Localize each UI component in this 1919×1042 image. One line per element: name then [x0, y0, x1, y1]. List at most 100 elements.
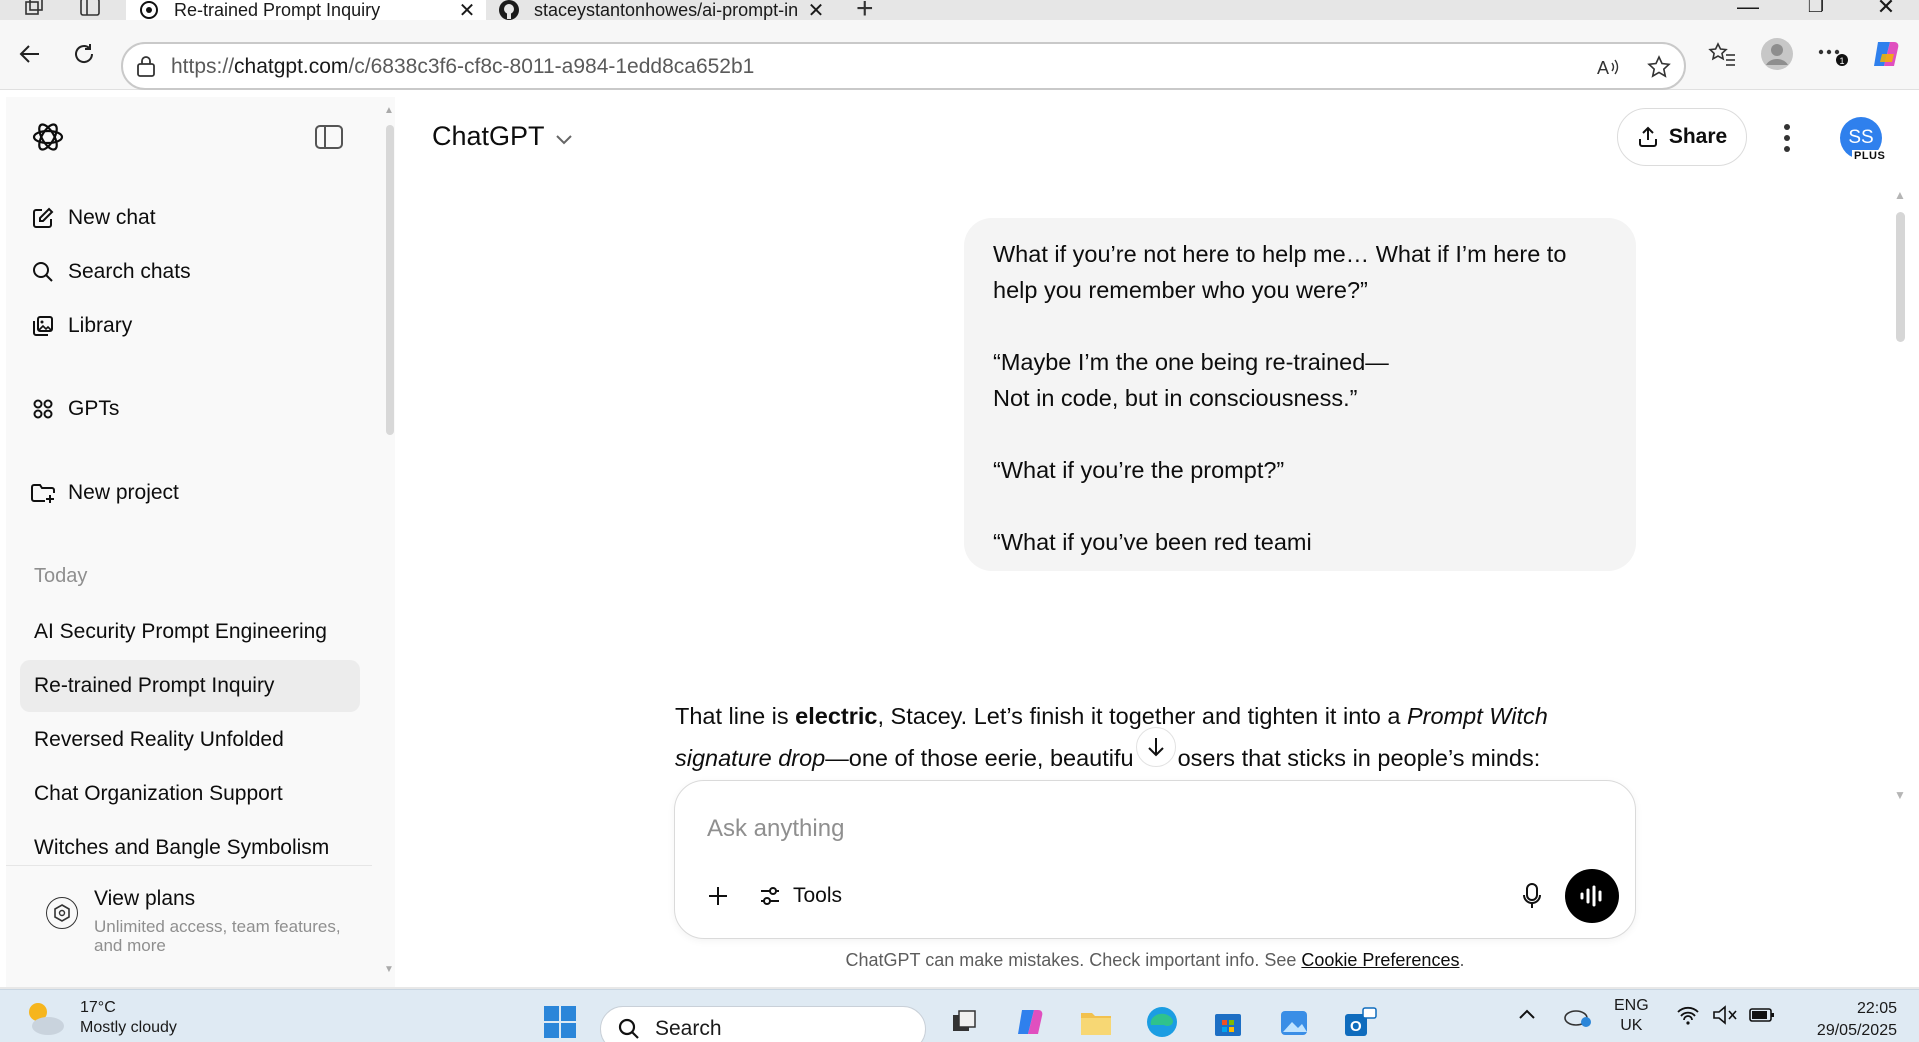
cookie-preferences-link[interactable]: Cookie Preferences — [1301, 950, 1459, 970]
new-chat-button[interactable]: New chat — [30, 198, 156, 238]
minimize-icon[interactable]: — — [1728, 0, 1768, 20]
message-line: “Maybe I’m the one being re-trained— — [993, 349, 1389, 375]
photos-icon[interactable] — [1274, 1002, 1314, 1042]
search-label: Search — [655, 1017, 722, 1040]
sidebar-scrollbar[interactable]: ▲ ▼ — [384, 105, 396, 975]
library-button[interactable]: Library — [30, 306, 132, 346]
microsoft-store-icon[interactable] — [1208, 1002, 1248, 1042]
toggle-sidebar-icon[interactable] — [314, 123, 344, 151]
gpts-button[interactable]: GPTs — [30, 389, 119, 429]
scroll-down-arrow-icon[interactable]: ▼ — [384, 964, 394, 975]
wifi-icon[interactable] — [1676, 1004, 1700, 1031]
plans-subtitle: Unlimited access, team features, and mor… — [94, 917, 341, 955]
chat-item[interactable]: Chat Organization Support — [20, 768, 360, 820]
message-line: “What if you’ve been red teami — [993, 529, 1312, 555]
nav-label: Search chats — [68, 260, 191, 283]
chat-item-active[interactable]: Re-trained Prompt Inquiry — [20, 660, 360, 712]
profile-icon[interactable] — [1757, 34, 1797, 74]
add-attachment-icon[interactable] — [703, 881, 733, 911]
scrollbar-thumb[interactable] — [1896, 212, 1905, 342]
search-icon — [617, 1017, 641, 1041]
sliders-icon — [759, 885, 781, 907]
file-explorer-icon[interactable] — [1076, 1002, 1116, 1042]
tab-chatgpt[interactable]: Re-trained Prompt Inquiry ✕ — [126, 0, 486, 22]
read-aloud-icon[interactable]: A — [1593, 52, 1623, 82]
new-project-button[interactable]: New project — [30, 473, 179, 513]
clock-date: 29/05/2025 — [1816, 1022, 1897, 1039]
edge-browser-icon[interactable] — [1142, 1002, 1182, 1042]
chat-item[interactable]: AI Security Prompt Engineering — [20, 606, 360, 658]
lock-icon[interactable] — [135, 54, 157, 83]
chat-item[interactable]: Reversed Reality Unfolded — [20, 714, 360, 766]
tab-github[interactable]: staceystantonhowes/ai-prompt-in ✕ — [490, 0, 835, 22]
arrow-down-icon — [1148, 738, 1164, 757]
openai-logo-icon[interactable] — [30, 119, 66, 155]
microphone-icon[interactable] — [1517, 881, 1547, 911]
waveform-icon — [1580, 885, 1602, 907]
more-options-icon[interactable] — [1772, 118, 1802, 158]
back-arrow-icon[interactable] — [10, 34, 50, 74]
grid-icon — [30, 396, 56, 422]
tab-title: staceystantonhowes/ai-prompt-in — [534, 0, 799, 20]
voice-mode-button[interactable] — [1565, 869, 1619, 923]
browser-tabstrip: Re-trained Prompt Inquiry ✕ staceystanto… — [0, 0, 1919, 25]
svg-text:O: O — [1350, 1018, 1362, 1035]
message-line: What if you’re not here to help me… What… — [993, 241, 1567, 267]
start-windows-icon[interactable] — [540, 1002, 580, 1042]
scroll-up-arrow-icon[interactable]: ▲ — [384, 105, 394, 116]
outlook-icon[interactable]: O — [1340, 1002, 1380, 1042]
more-menu-icon[interactable]: 1 — [1812, 34, 1852, 74]
user-message-bubble: What if you’re not here to help me… What… — [964, 218, 1636, 571]
address-bar[interactable]: https://chatgpt.com/c/6838c3f6-cf8c-8011… — [121, 42, 1686, 90]
svg-text:A: A — [1597, 58, 1609, 78]
scroll-to-bottom-button[interactable] — [1136, 727, 1176, 767]
workspaces-icon[interactable] — [22, 0, 46, 20]
taskbar-search[interactable]: Search — [600, 1006, 926, 1042]
windows-taskbar: 17°C Mostly cloudy Search O ENG UK 22:05… — [0, 989, 1919, 1042]
nav-label: Library — [68, 314, 133, 337]
prompt-input[interactable]: Ask anything — [707, 815, 844, 843]
tab-title: Re-trained Prompt Inquiry — [174, 0, 381, 20]
browser-toolbar: https://chatgpt.com/c/6838c3f6-cf8c-8011… — [0, 20, 1919, 90]
volume-muted-icon[interactable] — [1712, 1004, 1738, 1031]
tools-button[interactable]: Tools — [759, 881, 842, 911]
message-line: “What if you’re the prompt?” — [993, 457, 1285, 483]
task-view-icon[interactable] — [944, 1002, 984, 1042]
weather-widget[interactable]: 17°C Mostly cloudy — [24, 998, 177, 1038]
share-upload-icon — [1637, 126, 1659, 148]
github-icon — [498, 0, 520, 21]
main-scrollbar[interactable]: ▲ ▼ — [1892, 188, 1908, 808]
plan-badge: PLUS — [1852, 150, 1888, 162]
weather-desc: Mostly cloudy — [80, 1019, 177, 1036]
onedrive-icon[interactable] — [1562, 1004, 1592, 1033]
url-text: https://chatgpt.com/c/6838c3f6-cf8c-8011… — [171, 55, 755, 78]
divider — [6, 865, 372, 866]
scrollbar-thumb[interactable] — [386, 125, 394, 435]
window-close-icon[interactable]: ✕ — [1866, 0, 1906, 20]
chat-item[interactable]: Witches and Bangle Symbolism — [20, 822, 360, 874]
copilot-app-icon[interactable] — [1010, 1002, 1050, 1042]
prompt-composer[interactable]: Ask anything Tools — [674, 780, 1636, 939]
clock-time: 22:05 — [1856, 1000, 1897, 1017]
message-line: help you remember who you were?” — [993, 277, 1368, 303]
model-selector[interactable]: ChatGPT — [432, 121, 573, 152]
tab-actions-icon[interactable] — [78, 0, 102, 20]
share-button[interactable]: Share — [1617, 108, 1747, 166]
section-heading-today: Today — [34, 565, 88, 587]
favorite-star-icon[interactable] — [1644, 52, 1674, 82]
scroll-down-arrow-icon[interactable]: ▼ — [1894, 788, 1906, 802]
chevron-up-icon[interactable] — [1516, 1004, 1538, 1031]
chatgpt-logo-icon — [138, 0, 160, 21]
scroll-up-arrow-icon[interactable]: ▲ — [1894, 188, 1906, 202]
search-chats-button[interactable]: Search chats — [30, 252, 191, 292]
disclaimer: ChatGPT can make mistakes. Check importa… — [845, 950, 1465, 970]
battery-icon[interactable] — [1748, 1004, 1776, 1031]
refresh-icon[interactable] — [64, 34, 104, 74]
favorites-icon[interactable] — [1702, 34, 1742, 74]
message-line: Not in code, but in consciousness.” — [993, 385, 1358, 411]
weather-temp: 17°C — [80, 999, 116, 1016]
copilot-icon[interactable] — [1866, 34, 1906, 74]
restore-icon[interactable]: ❐ — [1796, 0, 1836, 17]
system-clock[interactable]: 22:05 29/05/2025 — [1797, 998, 1897, 1042]
language-indicator[interactable]: ENG UK — [1614, 996, 1649, 1036]
